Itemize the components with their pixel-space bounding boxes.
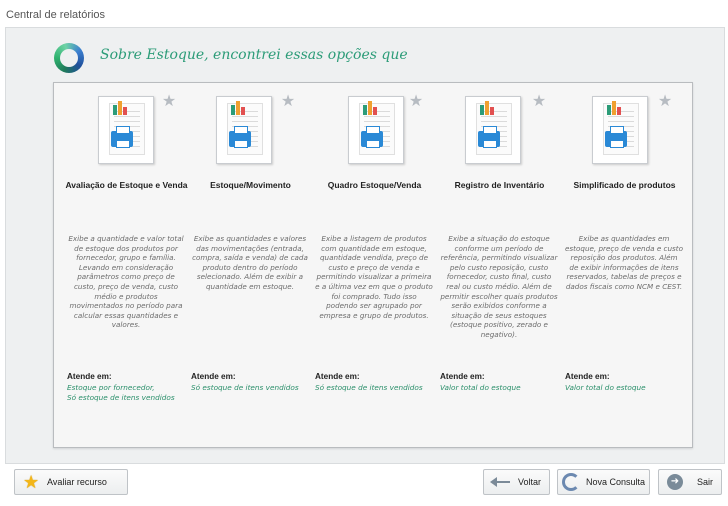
card-title: Simplificado de produtos (573, 180, 676, 190)
report-printer-icon[interactable] (98, 96, 154, 164)
attend-label: Atende em: (191, 372, 236, 381)
star-outline-icon[interactable]: ★ (408, 93, 424, 109)
star-outline-icon[interactable]: ★ (280, 93, 296, 109)
ring-logo-icon (54, 43, 84, 73)
report-card[interactable]: ★ Simplificado de produtos Exibe as quan… (562, 83, 687, 443)
attend-link[interactable]: Só estoque de itens vendidos (315, 383, 435, 393)
attend-label: Atende em: (440, 372, 485, 381)
card-description: Exibe as quantidades e valores das movim… (192, 234, 308, 291)
exit-label: Sair (697, 477, 714, 487)
attend-link[interactable]: Só estoque de itens vendidos (191, 383, 311, 393)
attend-link[interactable]: Só estoque de itens vendidos (67, 393, 187, 403)
card-description: Exibe as quantidades em estoque, preço d… (565, 234, 683, 291)
back-label: Voltar (518, 477, 542, 487)
window-title: Central de relatórios (6, 9, 106, 21)
new-query-button[interactable]: Nova Consulta (557, 469, 650, 495)
footer-toolbar: ★ Avaliar recurso Voltar Nova Consulta ➜… (0, 464, 728, 506)
report-printer-icon[interactable] (465, 96, 521, 164)
report-printer-icon[interactable] (216, 96, 272, 164)
report-card[interactable]: ★ Avaliação de Estoque e Venda Exibe a q… (64, 83, 189, 443)
report-printer-icon[interactable] (348, 96, 404, 164)
attend-label: Atende em: (315, 372, 360, 381)
report-card[interactable]: ★ Registro de Inventário Exibe a situaçã… (437, 83, 562, 443)
attend-values: Só estoque de itens vendidos (191, 383, 311, 393)
star-outline-icon[interactable]: ★ (531, 93, 547, 109)
exit-button[interactable]: ➜ Sair (658, 469, 722, 495)
star-outline-icon[interactable]: ★ (657, 93, 673, 109)
card-description: Exibe a quantidade e valor total de esto… (68, 234, 184, 330)
card-title: Quadro Estoque/Venda (327, 180, 422, 190)
attend-link[interactable]: Estoque por fornecedor, (67, 383, 187, 393)
new-query-label: Nova Consulta (586, 477, 646, 487)
attend-values: Valor total do estoque (440, 383, 560, 393)
report-card[interactable]: ★ Quadro Estoque/Venda Exibe a listagem … (312, 83, 437, 443)
exit-icon: ➜ (667, 474, 683, 490)
attend-label: Atende em: (67, 372, 112, 381)
back-button[interactable]: Voltar (483, 469, 550, 495)
card-description: Exibe a situação do estoque conforme um … (440, 234, 558, 339)
refresh-icon (562, 473, 580, 491)
attend-values: Estoque por fornecedor, Só estoque de it… (67, 383, 187, 402)
attend-label: Atende em: (565, 372, 610, 381)
rate-resource-button[interactable]: ★ Avaliar recurso (14, 469, 128, 495)
report-card[interactable]: ★ Estoque/Movimento Exibe as quantidades… (188, 83, 313, 443)
main-container: Sobre Estoque, encontrei essas opções qu… (5, 27, 725, 464)
star-outline-icon[interactable]: ★ (161, 93, 177, 109)
rate-resource-label: Avaliar recurso (47, 477, 107, 487)
report-panel: ★ Avaliação de Estoque e Venda Exibe a q… (53, 82, 693, 448)
attend-values: Só estoque de itens vendidos (315, 383, 435, 393)
attend-link[interactable]: Valor total do estoque (440, 383, 560, 393)
report-printer-icon[interactable] (592, 96, 648, 164)
card-title: Avaliação de Estoque e Venda (65, 180, 188, 190)
header-title: Sobre Estoque, encontrei essas opções qu… (100, 47, 408, 63)
attend-link[interactable]: Valor total do estoque (565, 383, 685, 393)
card-title: Estoque/Movimento (210, 180, 291, 190)
arrow-left-icon (490, 474, 512, 490)
star-gold-icon: ★ (23, 472, 40, 492)
attend-values: Valor total do estoque (565, 383, 685, 393)
card-title: Registro de Inventário (454, 180, 545, 190)
card-description: Exibe a listagem de produtos com quantid… (315, 234, 433, 320)
